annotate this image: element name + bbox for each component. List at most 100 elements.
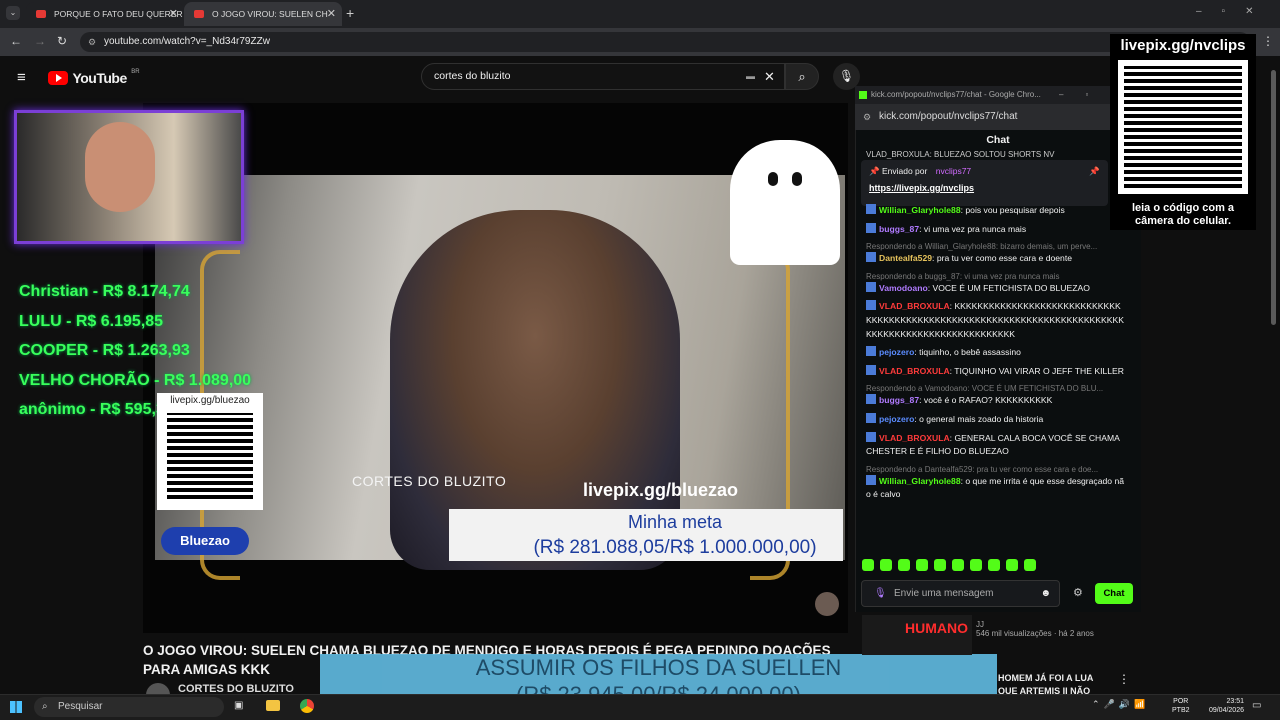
chat-username[interactable]: pejozero xyxy=(879,347,914,357)
pinned-link[interactable]: https://livepix.gg/nvclips xyxy=(869,183,1100,193)
forward-icon[interactable]: → xyxy=(34,34,46,48)
qr-caption-line: câmera do celular. xyxy=(1135,215,1231,227)
site-info-icon[interactable]: ⚙ xyxy=(863,104,871,130)
emoji-icon[interactable]: ☻ xyxy=(1040,581,1051,606)
clock[interactable]: 23:51 09/04/2026 xyxy=(1198,697,1244,715)
new-tab-icon[interactable]: + xyxy=(346,5,354,21)
ghost-eye xyxy=(768,172,778,186)
emote-icon[interactable] xyxy=(934,559,946,571)
chat-settings-icon[interactable]: ⚙ xyxy=(1073,586,1083,599)
language-indicator[interactable]: POR PTB2 xyxy=(1172,697,1190,715)
chat-username[interactable]: Willian_Glaryhole88 xyxy=(879,476,961,486)
chat-message: VLAD_BROXULA: TIQUINHO VAI VIRAR O JEFF … xyxy=(866,364,1126,379)
chat-username[interactable]: buggs_87 xyxy=(879,224,919,234)
chat-message-input[interactable]: 🎙 Envie uma mensagem ☻ xyxy=(861,580,1060,607)
browser-menu-icon[interactable]: ⋮ xyxy=(1262,34,1274,48)
chat-username[interactable]: pejozero xyxy=(879,414,914,424)
bluezao-pill: Bluezao xyxy=(161,527,249,555)
donor-item: COOPER - R$ 1.263,93 xyxy=(19,342,190,360)
unpin-icon[interactable]: 📌 xyxy=(1089,166,1100,177)
url-text: youtube.com/watch?v=_Nd34r79ZZw xyxy=(104,36,270,47)
user-badge-icon xyxy=(866,394,876,405)
emote-icon[interactable] xyxy=(1006,559,1018,571)
chat-line: Vamodoano: VOCE É UM FETICHISTA DO BLUEZ… xyxy=(866,281,1126,296)
chat-line: Willian_Glaryhole88: pois vou pesquisar … xyxy=(866,204,1126,218)
chat-username[interactable]: VLAD_BROXULA xyxy=(879,366,950,376)
back-icon[interactable]: ← xyxy=(10,34,22,48)
pinned-header: 📌 Enviado por nvclips77 📌 xyxy=(869,166,1100,177)
recommended-info[interactable]: JJ 546 mil visualizações · há 2 anos xyxy=(976,620,1094,638)
emote-icon[interactable] xyxy=(952,559,964,571)
tab-1-label: PORQUE O FATO DEU QUERER xyxy=(54,9,183,19)
emote-icon[interactable] xyxy=(880,559,892,571)
ghost-eye xyxy=(792,172,802,186)
chat-line: VLAD_BROXULA: GENERAL CALA BOCA VOCÊ SE … xyxy=(866,431,1126,459)
chat-line: buggs_87: vi uma vez pra nunca mais xyxy=(866,222,1126,237)
chat-header: Chat xyxy=(986,134,1010,146)
youtube-favicon-icon xyxy=(36,10,46,18)
chat-url-bar[interactable]: ⚙ kick.com/popout/nvclips77/chat xyxy=(855,104,1141,130)
emote-icon[interactable] xyxy=(898,559,910,571)
pinned-user: nvclips77 xyxy=(935,166,972,176)
chat-window-controls[interactable]: –▫ xyxy=(1059,86,1110,104)
search-button[interactable]: ⌕ xyxy=(785,63,819,90)
chat-line: VLAD_BROXULA: KKKKKKKKKKKKKKKKKKKKKKKKKK… xyxy=(866,300,1126,341)
reload-icon[interactable]: ↻ xyxy=(57,34,67,48)
close-tab-1-icon[interactable]: ✕ xyxy=(169,2,178,26)
user-badge-icon xyxy=(866,204,876,214)
chat-reply-context: Respondendo a buggs_87: vi uma vez pra n… xyxy=(866,271,1060,281)
chat-username[interactable]: Willian_Glaryhole88 xyxy=(879,205,961,215)
file-explorer-icon[interactable] xyxy=(266,700,280,711)
user-badge-icon xyxy=(866,281,876,292)
tab-search-icon[interactable]: ⌄ xyxy=(6,6,20,20)
task-view-icon[interactable]: ▣ xyxy=(234,700,243,711)
chat-username[interactable]: buggs_87 xyxy=(879,395,919,405)
emote-icon[interactable] xyxy=(970,559,982,571)
site-info-icon[interactable]: ⚙ xyxy=(88,32,96,52)
chat-username[interactable]: Dantealfa529 xyxy=(879,253,932,263)
qr-pattern xyxy=(1118,60,1248,194)
emote-icon[interactable] xyxy=(1024,559,1036,571)
channel-avatar-icon[interactable] xyxy=(815,592,839,616)
chat-send-button[interactable]: Chat xyxy=(1095,583,1133,604)
chat-username[interactable]: Vamodoano xyxy=(879,283,928,293)
emote-icon[interactable] xyxy=(988,559,1000,571)
keyboard-icon[interactable]: ▬ xyxy=(746,64,755,89)
thumbnail-text: HUMANO xyxy=(905,620,968,636)
chat-username[interactable]: VLAD_BROXULA xyxy=(879,433,950,443)
user-badge-icon xyxy=(866,252,876,263)
close-tab-2-icon[interactable]: ✕ xyxy=(327,2,336,26)
taskbar-search[interactable]: ⌕ Pesquisar xyxy=(34,697,224,717)
chat-window-titlebar: kick.com/popout/nvclips77/chat - Google … xyxy=(855,86,1141,104)
kick-icon xyxy=(859,91,867,99)
mic-icon[interactable]: 🎙 xyxy=(874,581,887,606)
youtube-play-icon xyxy=(48,70,68,85)
chrome-icon[interactable] xyxy=(300,699,314,713)
tab-1[interactable]: PORQUE O FATO DEU QUERER ✕ xyxy=(26,2,184,26)
menu-icon[interactable]: ≡ xyxy=(17,69,26,86)
search-input[interactable]: cortes do bluzito ▬ ✕ xyxy=(421,63,785,90)
tab-2[interactable]: O JOGO VIROU: SUELEN CH ✕ xyxy=(184,2,342,26)
more-options-icon[interactable]: ⋮ xyxy=(1118,672,1130,686)
chat-reply-context: Respondendo a Dantealfa529: pra tu ver c… xyxy=(866,464,1099,474)
window-controls[interactable]: –▫✕ xyxy=(1196,6,1274,17)
region-code: BR xyxy=(131,69,140,75)
notification-icon[interactable]: ▭ xyxy=(1252,700,1261,711)
emote-icon[interactable] xyxy=(916,559,928,571)
windows-start-icon[interactable] xyxy=(10,701,22,713)
chat-line: pejozero: o general mais zoado da histor… xyxy=(866,412,1126,427)
chat-text: tiquinho, o bebê assassino xyxy=(919,347,1021,358)
scrollbar[interactable] xyxy=(1271,70,1276,325)
emote-icon[interactable] xyxy=(862,559,874,571)
url-field[interactable]: ⚙ youtube.com/watch?v=_Nd34r79ZZw xyxy=(80,32,1250,52)
chat-username[interactable]: VLAD_BROXULA xyxy=(879,301,950,311)
chat-text: TIQUINHO VAI VIRAR O JEFF THE KILLER xyxy=(954,365,1124,376)
chat-text: vi uma vez pra nunca mais xyxy=(923,223,1027,234)
pinned-by-label: Enviado por xyxy=(881,166,928,176)
video-qr-code: livepix.gg/bluezao xyxy=(157,393,263,510)
clear-search-icon[interactable]: ✕ xyxy=(764,64,775,89)
youtube-logo-text: YouTube xyxy=(72,69,127,86)
youtube-logo[interactable]: YouTube BR xyxy=(48,69,140,86)
system-tray[interactable]: ⌃🎤🔊📶 xyxy=(1092,699,1149,710)
chat-message: Respondendo a Willian_Glaryhole88: bizar… xyxy=(866,241,1126,266)
